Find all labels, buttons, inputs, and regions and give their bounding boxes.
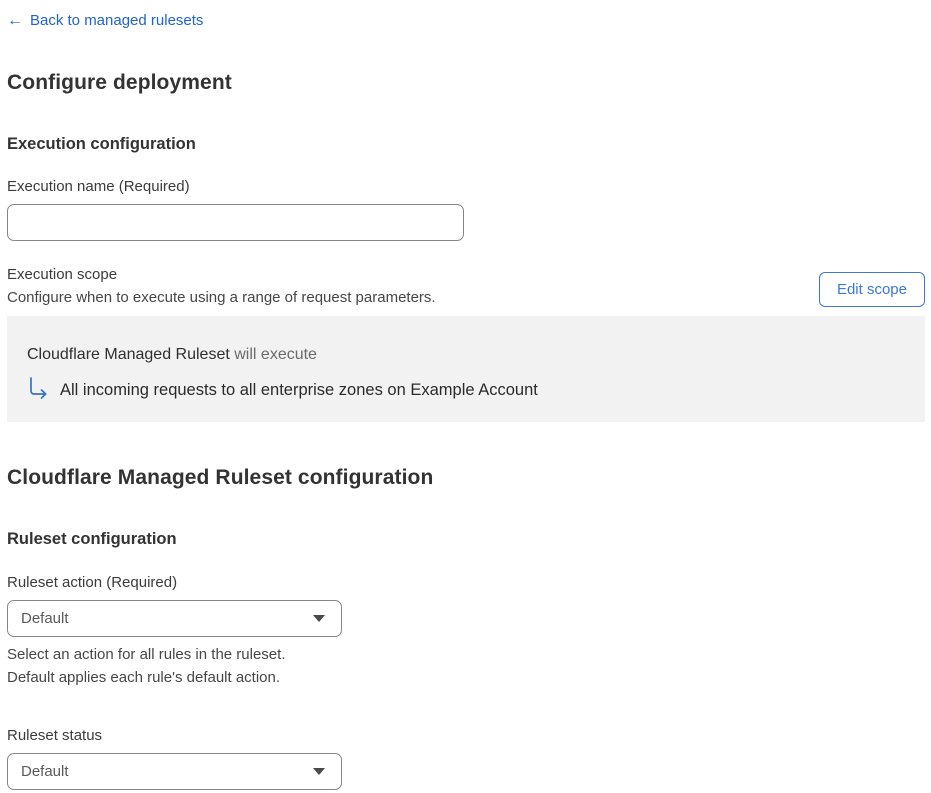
ruleset-action-label: Ruleset action (Required) bbox=[7, 574, 178, 591]
execution-summary-panel: Cloudflare Managed Ruleset will execute … bbox=[7, 316, 925, 422]
page-title: Configure deployment bbox=[7, 71, 232, 94]
chevron-down-icon bbox=[313, 768, 325, 775]
execution-name-input[interactable] bbox=[7, 204, 464, 241]
summary-ruleset-name: Cloudflare Managed Ruleset bbox=[27, 346, 230, 363]
summary-will-execute: will execute bbox=[234, 346, 317, 363]
ruleset-action-help-2: Default applies each rule's default acti… bbox=[7, 669, 281, 686]
elbow-arrow-icon bbox=[27, 376, 49, 400]
execution-scope-text: Execution scope Configure when to execut… bbox=[7, 266, 436, 307]
ruleset-action-select[interactable]: Default bbox=[7, 600, 342, 637]
ruleset-action-value: Default bbox=[21, 610, 69, 627]
ruleset-configuration-subheading: Ruleset configuration bbox=[7, 530, 177, 548]
ruleset-status-label: Ruleset status bbox=[7, 727, 103, 744]
back-to-managed-rulesets-link[interactable]: ← Back to managed rulesets bbox=[7, 12, 203, 30]
chevron-down-icon bbox=[313, 615, 325, 622]
execution-configuration-heading: Execution configuration bbox=[7, 135, 196, 153]
summary-scope-text: All incoming requests to all enterprise … bbox=[60, 381, 538, 399]
back-arrow-icon: ← bbox=[7, 12, 23, 29]
summary-scope-line: All incoming requests to all enterprise … bbox=[27, 376, 905, 400]
ruleset-action-help-1: Select an action for all rules in the ru… bbox=[7, 646, 286, 663]
edit-scope-button[interactable]: Edit scope bbox=[818, 272, 925, 307]
execution-name-label: Execution name (Required) bbox=[7, 178, 190, 195]
execution-scope-row: Execution scope Configure when to execut… bbox=[7, 266, 925, 307]
ruleset-configuration-title: Cloudflare Managed Ruleset configuration bbox=[7, 466, 434, 489]
back-link-label: Back to managed rulesets bbox=[30, 12, 204, 29]
execution-scope-label: Execution scope bbox=[7, 266, 118, 283]
configure-deployment-page: ← Back to managed rulesets Configure dep… bbox=[0, 0, 931, 793]
summary-ruleset-line: Cloudflare Managed Ruleset will execute bbox=[27, 345, 905, 364]
ruleset-status-value: Default bbox=[21, 763, 69, 780]
execution-scope-description: Configure when to execute using a range … bbox=[7, 289, 436, 306]
ruleset-status-select[interactable]: Default bbox=[7, 753, 342, 790]
